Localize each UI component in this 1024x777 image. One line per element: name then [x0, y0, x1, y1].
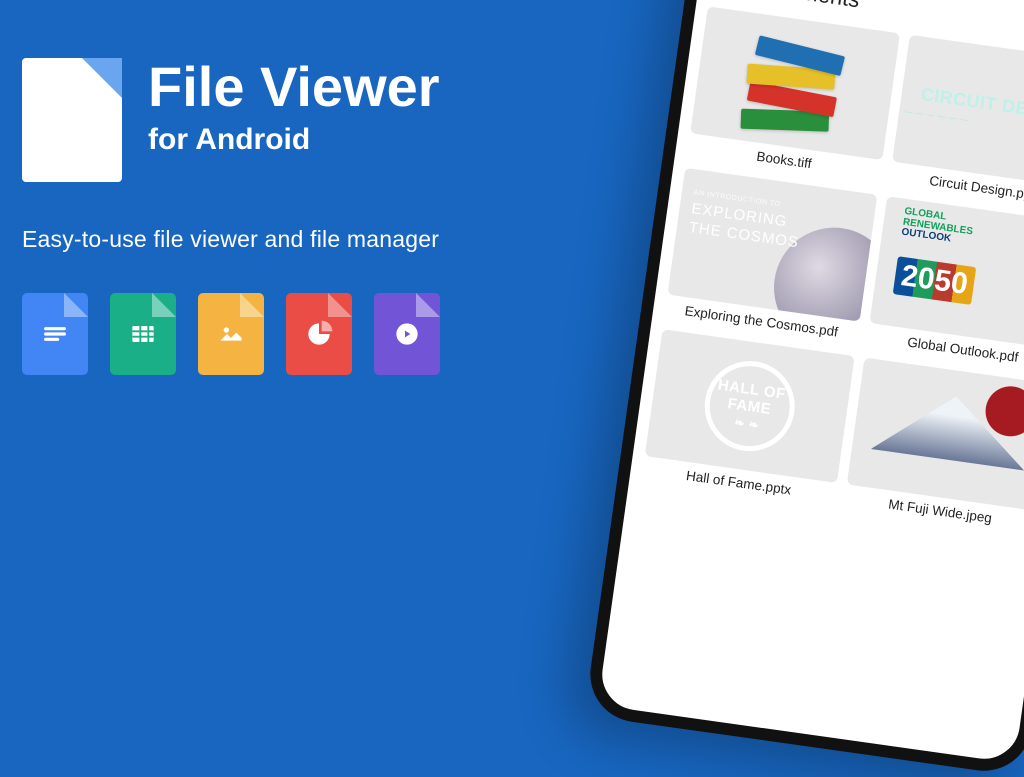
app-logo-icon — [22, 58, 122, 182]
file-tile[interactable]: GLOBAL RENEWABLES OUTLOOK 2050 Global Ou… — [865, 196, 1024, 376]
media-file-icon — [374, 293, 440, 375]
thumb-year: 2050 — [893, 256, 976, 305]
thumb-heading: GLOBAL RENEWABLES OUTLOOK — [901, 207, 1024, 260]
file-tile[interactable]: Mt Fuji Wide.jpeg — [843, 358, 1024, 538]
file-thumbnail: GLOBAL RENEWABLES OUTLOOK 2050 — [869, 196, 1024, 350]
file-thumbnail — [690, 6, 899, 160]
file-thumbnail: CIRCUIT DESIGN — — — — — — — [892, 35, 1024, 189]
doc-file-icon — [22, 293, 88, 375]
promo-tagline: Easy-to-use file viewer and file manager — [22, 226, 582, 253]
file-thumbnail: AN INTRODUCTION TO EXPLORING THE COSMOS — [667, 168, 876, 322]
file-type-icons-row — [22, 293, 582, 375]
file-tile[interactable]: Books.tiff — [686, 6, 899, 186]
file-tile[interactable]: HALL OF FAME ❧ ❧ Hall of Fame.pptx — [641, 329, 854, 509]
file-tile[interactable]: AN INTRODUCTION TO EXPLORING THE COSMOS … — [664, 168, 877, 348]
file-thumbnail — [846, 358, 1024, 512]
file-tile[interactable]: CIRCUIT DESIGN — — — — — — Circuit Desig… — [888, 35, 1024, 215]
phone-mockup: Documents Books.tiff CIRCUIT DESIGN — — … — [584, 0, 1024, 777]
presentation-file-icon — [286, 293, 352, 375]
file-thumbnail: HALL OF FAME ❧ ❧ — [645, 329, 854, 483]
spreadsheet-file-icon — [110, 293, 176, 375]
image-file-icon — [198, 293, 264, 375]
promo-subtitle: for Android — [148, 123, 440, 157]
promo-panel: File Viewer for Android Easy-to-use file… — [22, 58, 582, 375]
promo-title: File Viewer — [148, 58, 440, 117]
